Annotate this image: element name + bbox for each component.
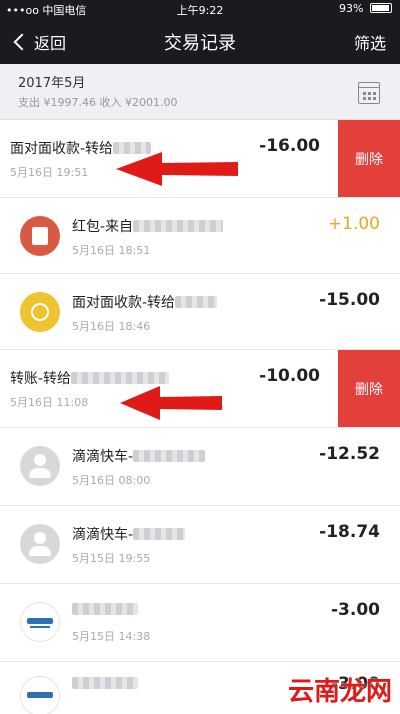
transaction-date: 5月16日 18:51 bbox=[72, 244, 151, 257]
transaction-title bbox=[72, 602, 138, 618]
transaction-title: 红包-来自 bbox=[72, 216, 224, 236]
watermark-text: 云南龙网 bbox=[287, 677, 392, 707]
battery-status: 93% bbox=[339, 2, 392, 15]
list-item[interactable]: 滴滴快车- 5月16日 08:00 -12.52 bbox=[0, 428, 400, 506]
transaction-amount: -15.00 bbox=[319, 290, 380, 310]
filter-button[interactable]: 筛选 bbox=[354, 30, 386, 54]
transaction-date: 5月16日 18:46 bbox=[72, 320, 151, 333]
red-arrow-annotation bbox=[116, 152, 238, 186]
calendar-icon[interactable] bbox=[358, 82, 380, 104]
transaction-amount: -16.00 bbox=[259, 136, 320, 156]
avatar-placeholder-icon bbox=[20, 524, 60, 564]
transaction-amount: -18.74 bbox=[319, 522, 380, 542]
delete-button[interactable]: 删除 bbox=[338, 120, 400, 197]
transaction-title: 滴滴快车- bbox=[72, 446, 206, 466]
transaction-title: 滴滴快车- bbox=[72, 524, 186, 544]
navigation-bar: 返回 交易记录 筛选 bbox=[0, 18, 400, 64]
transaction-amount: +1.00 bbox=[327, 214, 380, 234]
transaction-title: 转账-转给 bbox=[10, 368, 170, 388]
list-item[interactable]: 面对面收款-转给 5月16日 18:46 -15.00 bbox=[0, 274, 400, 350]
transaction-amount: -12.52 bbox=[319, 444, 380, 464]
transaction-date: 5月16日 19:51 bbox=[10, 166, 89, 179]
list-item[interactable]: 红包-来自 5月16日 18:51 +1.00 bbox=[0, 198, 400, 274]
merchant-logo-icon bbox=[20, 676, 60, 714]
page-title: 交易记录 bbox=[164, 33, 236, 54]
month-header: 2017年5月 支出 ¥1997.46 收入 ¥2001.00 bbox=[0, 64, 400, 120]
transaction-amount: -3.00 bbox=[331, 600, 380, 620]
avatar-placeholder-icon bbox=[20, 446, 60, 486]
transaction-date: 5月16日 11:08 bbox=[10, 396, 89, 409]
transaction-records-screen: •••oo 中国电信 上午9:22 93% 返回 交易记录 筛选 2017年5月… bbox=[0, 0, 400, 714]
list-item[interactable]: 滴滴快车- 5月15日 19:55 -18.74 bbox=[0, 506, 400, 584]
transaction-title: 面对面收款-转给 bbox=[72, 292, 218, 312]
battery-percent: 93% bbox=[339, 2, 364, 15]
transaction-amount: -10.00 bbox=[259, 366, 320, 386]
transaction-title bbox=[72, 676, 138, 692]
transaction-date: 5月16日 08:00 bbox=[72, 474, 151, 487]
list-item[interactable]: 5月15日 14:38 -3.00 bbox=[0, 584, 400, 662]
battery-icon bbox=[370, 3, 392, 13]
transaction-date: 5月15日 19:55 bbox=[72, 552, 151, 565]
status-bar: •••oo 中国电信 上午9:22 93% bbox=[0, 0, 400, 18]
merchant-logo-icon bbox=[20, 602, 60, 642]
transaction-date: 5月15日 14:38 bbox=[72, 630, 151, 643]
money-bag-icon bbox=[20, 292, 60, 332]
list-item[interactable]: 面对面收款-转给 5月16日 19:51 -16.00 删除 bbox=[0, 120, 400, 198]
month-summary: 支出 ¥1997.46 收入 ¥2001.00 bbox=[18, 96, 178, 109]
month-label: 2017年5月 bbox=[18, 76, 86, 91]
red-packet-icon bbox=[20, 216, 60, 256]
red-arrow-annotation bbox=[120, 386, 222, 420]
delete-button[interactable]: 删除 bbox=[338, 350, 400, 427]
